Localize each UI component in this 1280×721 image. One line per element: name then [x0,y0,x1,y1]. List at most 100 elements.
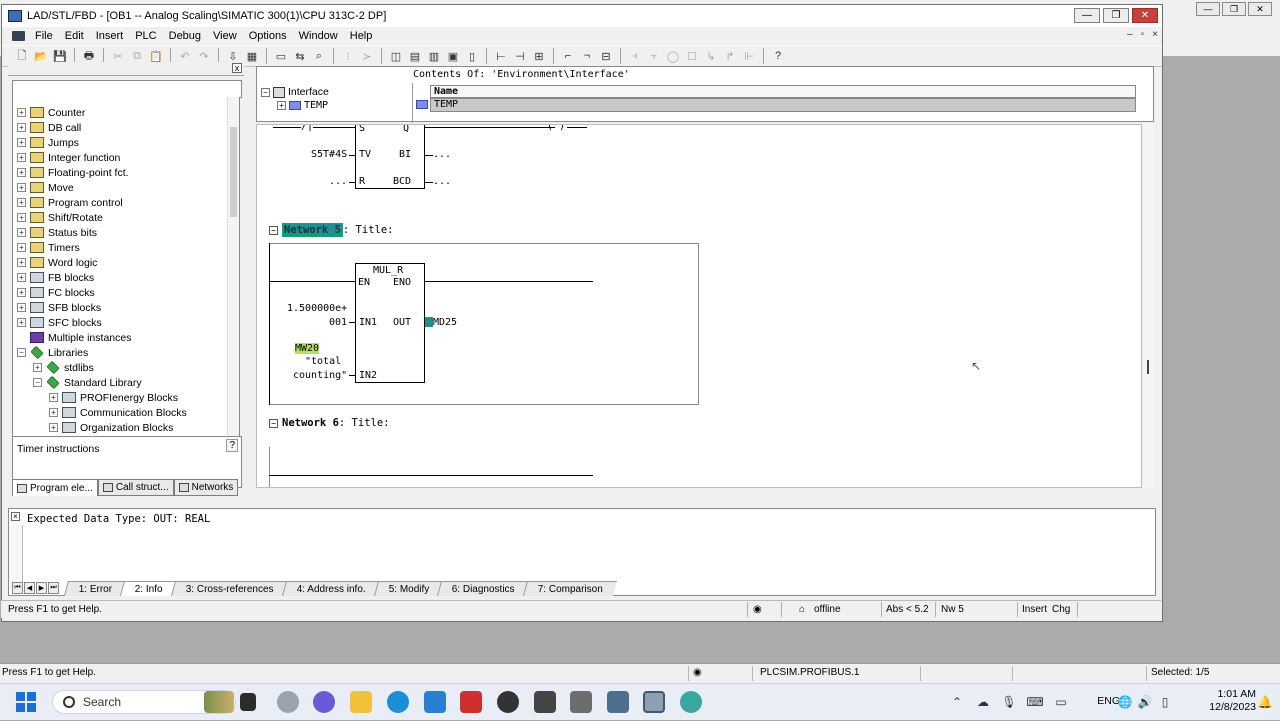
network-6-title[interactable]: : Title: [339,417,390,429]
nc-contact-icon[interactable]: ⫟ [646,48,662,64]
expand-icon[interactable]: + [17,123,26,132]
tree-item[interactable]: + Program control [17,195,123,210]
expand-icon[interactable]: + [17,258,26,267]
branch-close-icon[interactable]: ⊣ [512,48,528,64]
ladder-editor[interactable]: /| S Q ( ) S5T#4S TV BI ... ... R BCD ..… [256,124,1142,488]
output-tab[interactable]: 5: Modify [373,580,444,596]
tv-parameter[interactable]: S5T#4S [311,149,347,160]
bi-output[interactable]: ... [433,149,451,160]
expand-icon[interactable]: + [17,108,26,117]
speaker-icon[interactable]: 🔊 [1138,695,1153,709]
minimize-button[interactable]: — [1074,8,1100,23]
stl-view-icon[interactable]: ▯ [464,48,480,64]
overview-icon[interactable]: ◫ [388,48,404,64]
collapse-icon[interactable]: − [269,418,278,428]
network-5-label[interactable]: Network 5 [282,223,343,237]
outer-close-button[interactable]: ✕ [1248,2,1272,16]
widgets-icon[interactable] [204,691,234,713]
compare-icon[interactable]: ⇆ [292,48,308,64]
video-editor-icon[interactable] [460,691,482,713]
tree-item[interactable]: + DB call [17,120,81,135]
new-network-icon[interactable]: ⊞ [531,48,547,64]
microphone-icon[interactable]: 🎙 [1001,695,1016,709]
expand-icon[interactable]: + [49,408,58,417]
monitor-icon[interactable]: ▦ [244,48,260,64]
network-5-header[interactable]: − Network 5 : Title: [269,223,393,237]
expand-icon[interactable]: + [17,243,26,252]
expand-icon[interactable]: + [17,213,26,222]
expand-icon[interactable]: + [49,423,58,432]
r-input[interactable]: ... [329,176,347,187]
keyboard-icon[interactable]: ⌨ [1026,695,1043,709]
interface-tree[interactable]: − Interface + TEMP [257,83,413,123]
expand-icon[interactable]: + [17,168,26,177]
connect-icon[interactable]: ⊩ [741,48,757,64]
branch-open-icon[interactable]: ⊢ [493,48,509,64]
restore-button[interactable]: ❐ [1103,8,1129,23]
output-tab[interactable]: 3: Cross-references [171,580,288,596]
tree-item[interactable]: + Communication Blocks [49,405,187,420]
close-button[interactable]: ✕ [1132,8,1158,23]
menu-help[interactable]: Help [344,30,379,42]
chevron-up-icon[interactable]: ⌃ [950,695,964,709]
outer-restore-button[interactable]: ❐ [1222,2,1246,16]
element-help-button[interactable]: ? [226,439,238,452]
coil-icon[interactable]: ◯ [665,48,681,64]
mdi-close-button[interactable]: × [1152,29,1158,40]
tree-item[interactable]: + Word logic [17,255,97,270]
no-contact-icon[interactable]: ⫞ [627,48,643,64]
mdi-restore-button[interactable]: ▫ [1141,29,1145,40]
interface-temp-node[interactable]: + TEMP [277,100,328,111]
tree-scrollbar[interactable] [227,97,239,452]
cloud-icon[interactable]: ☁ [976,695,990,709]
notification-icon[interactable]: 🔔 [1258,695,1273,709]
menu-file[interactable]: File [29,30,59,42]
edge-alt-icon[interactable] [277,691,299,713]
lad-view-icon[interactable]: ▣ [445,48,461,64]
app-icon[interactable] [497,691,519,713]
find-icon[interactable]: ⌕ [311,48,327,64]
tab-program-elements[interactable]: Program ele... [12,479,98,496]
simatic-manager-icon[interactable] [570,691,592,713]
output-tab[interactable]: 7: Comparison [523,580,618,596]
menu-options[interactable]: Options [243,30,293,42]
mdi-minimize-button[interactable]: – [1127,29,1133,40]
globe-icon[interactable]: 🌐 [1118,695,1133,709]
expand-icon[interactable]: + [17,183,26,192]
close-branch-icon[interactable]: ¬ [579,48,595,64]
menu-view[interactable]: View [207,30,243,42]
expand-icon[interactable]: + [277,101,286,110]
collapse-icon[interactable]: − [33,378,42,387]
expand-icon[interactable]: + [17,303,26,312]
tree-item[interactable]: + PROFIenergy Blocks [49,390,178,405]
close-icon-branch[interactable]: ↱ [722,48,738,64]
output-tab[interactable]: 6: Diagnostics [437,580,530,596]
expand-icon[interactable]: + [17,138,26,147]
branch-icon[interactable]: ↳ [703,48,719,64]
tree-item[interactable]: + Integer function [17,150,120,165]
tree-item[interactable]: + SFB blocks [17,300,101,315]
in1-value-line2[interactable]: 001 [329,317,347,328]
tab-call-structure[interactable]: Call struct... [97,479,174,496]
connection-icon[interactable]: ⊟ [598,48,614,64]
expand-icon[interactable]: + [49,393,58,402]
tab-prev-button[interactable]: ◀ [24,582,35,594]
open-branch-icon[interactable]: ⌐ [560,48,576,64]
display-icon[interactable]: ▭ [1054,695,1068,709]
expand-icon[interactable]: + [17,318,26,327]
network-5-title[interactable]: : Title: [343,224,394,236]
in2-symbol-line1[interactable]: "total [305,356,341,367]
bookmark-next-icon[interactable]: ≻ [359,48,375,64]
tree-item[interactable]: + Floating-point fct. [17,165,129,180]
in2-symbol-line2[interactable]: counting" [293,370,347,381]
hw-config-icon[interactable] [607,691,629,713]
out-address[interactable]: MD25 [433,317,457,328]
output-tab[interactable]: 4: Address info. [281,580,380,596]
temp-row[interactable]: TEMP [430,98,1136,112]
tree-item[interactable]: + Organization Blocks [49,420,173,435]
output-close-button[interactable]: × [11,512,20,521]
expand-icon[interactable]: + [17,288,26,297]
tree-item[interactable]: + Timers [17,240,80,255]
tab-next-button[interactable]: ▶ [36,582,47,594]
scroll-thumb[interactable] [1147,360,1149,374]
